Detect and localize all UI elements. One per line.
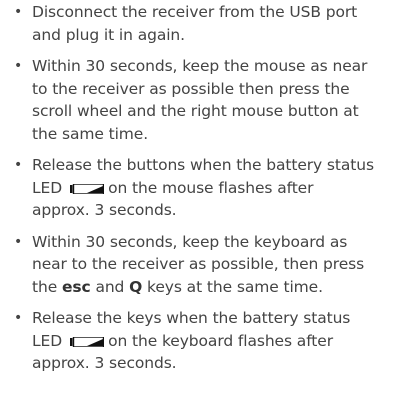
led-label: LED xyxy=(32,331,63,350)
step-3-line-2: LED on the mouse flashes after xyxy=(32,177,414,200)
instruction-step-5: • Release the keys when the battery stat… xyxy=(14,307,414,375)
q-key-label: Q xyxy=(129,277,143,296)
step-5-line-2: LED on the keyboard flashes after xyxy=(32,330,414,353)
bullet: • xyxy=(14,4,23,20)
led-text-after: on the keyboard flashes after xyxy=(108,331,333,350)
step-5-line-3: approx. 3 seconds. xyxy=(32,354,177,372)
instruction-list: • Disconnect the receiver from the USB p… xyxy=(14,1,414,384)
step-3-line-3: approx. 3 seconds. xyxy=(32,201,177,219)
step-1-line-2: and plug it in again. xyxy=(32,25,185,44)
step-4-line-3: the esc and Q keys at the same time. xyxy=(32,276,414,299)
instruction-step-3: • Release the buttons when the battery s… xyxy=(14,154,414,222)
battery-status-led-icon xyxy=(70,336,105,347)
led-text-after: on the mouse flashes after xyxy=(108,178,314,197)
step-2-line-3: scroll wheel and the right mouse button … xyxy=(32,102,359,120)
step-5-line-1: Release the keys when the battery status xyxy=(32,309,351,327)
step-4-line-2: near to the receiver as possible, then p… xyxy=(32,255,365,273)
instruction-step-1: • Disconnect the receiver from the USB p… xyxy=(14,1,414,46)
step-1-line-1: Disconnect the receiver from the USB por… xyxy=(32,3,358,21)
step-2-line-1: Within 30 seconds, keep the mouse as nea… xyxy=(32,57,368,75)
instruction-step-2: • Within 30 seconds, keep the mouse as n… xyxy=(14,55,414,145)
battery-status-led-icon xyxy=(70,183,105,194)
text-keys-same-time: keys at the same time. xyxy=(147,277,323,296)
esc-key-label: esc xyxy=(61,277,91,296)
step-4-line-1: Within 30 seconds, keep the keyboard as xyxy=(32,232,348,251)
bullet: • xyxy=(14,310,23,326)
bullet: • xyxy=(14,233,23,250)
text-and: and xyxy=(95,277,125,296)
bullet: • xyxy=(14,58,23,74)
text-the: the xyxy=(32,277,58,296)
instruction-step-4: • Within 30 seconds, keep the keyboard a… xyxy=(14,231,414,299)
step-2-line-4: the same time. xyxy=(32,124,149,143)
step-3-line-1: Release the buttons when the battery sta… xyxy=(32,156,374,174)
led-label: LED xyxy=(32,178,63,197)
bullet: • xyxy=(14,157,23,173)
step-2-line-2: to the receiver as possible then press t… xyxy=(32,79,350,98)
